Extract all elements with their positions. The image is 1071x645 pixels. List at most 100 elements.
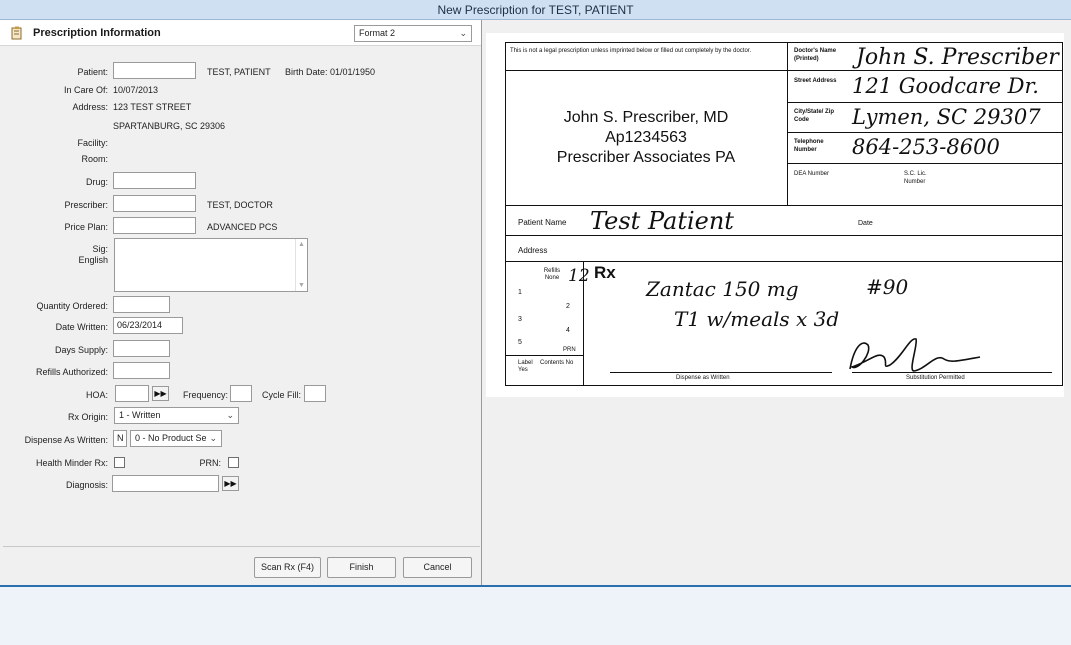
cycle-fill-label: Cycle Fill: xyxy=(262,390,302,400)
rx-contents-no: Contents No xyxy=(540,360,574,366)
scanned-rx-pane: This is not a legal prescription unless … xyxy=(486,20,1071,585)
frequency-label: Frequency: xyxy=(182,390,228,400)
price-plan-name: ADVANCED PCS xyxy=(207,222,278,232)
rx-street: 121 Goodcare Dr. xyxy=(852,74,1039,98)
action-bar: Scan Rx (F4) Finish Cancel xyxy=(3,546,480,585)
prn-checkbox[interactable] xyxy=(228,457,239,468)
sig-scrollbar[interactable]: ▲ ▼ xyxy=(295,239,307,291)
rx-origin-label: Rx Origin: xyxy=(67,412,108,422)
rx-refill-2: 2 xyxy=(566,303,570,310)
facility-label: Facility: xyxy=(77,138,108,148)
patient-name: TEST, PATIENT xyxy=(207,67,271,77)
address-line2: SPARTANBURG, SC 29306 xyxy=(113,121,226,131)
rx-address-label: Address xyxy=(518,246,548,255)
scan-rx-button[interactable]: Scan Rx (F4) xyxy=(254,557,321,578)
rx-dea-label: DEA Number xyxy=(794,171,830,177)
rx-refill-5: 5 xyxy=(518,339,522,346)
drug-label: Drug: xyxy=(85,177,108,187)
rx-refill-1: 1 xyxy=(518,289,522,296)
diagnosis-label: Diagnosis: xyxy=(65,480,108,490)
refills-label: Refills Authorized: xyxy=(35,367,108,377)
drug-input[interactable] xyxy=(113,172,196,189)
prescription-form-pane: Prescription Information Format 2 ⌄ Pati… xyxy=(0,20,482,585)
prescriber-label: Prescriber: xyxy=(64,200,108,210)
rx-telephone: 864-253-8600 xyxy=(852,135,1000,159)
room-label: Room: xyxy=(81,154,108,164)
prescription-window: Prescription Information Format 2 ⌄ Pati… xyxy=(0,20,1071,585)
birth-date: Birth Date: 01/01/1950 xyxy=(285,67,376,77)
cancel-button[interactable]: Cancel xyxy=(403,557,472,578)
prescriber-name: TEST, DOCTOR xyxy=(207,200,273,210)
prescription-icon xyxy=(11,26,22,40)
cycle-fill-input[interactable] xyxy=(304,385,326,402)
sig-textarea[interactable]: ▲ ▼ xyxy=(114,238,308,292)
in-care-of-label: In Care Of: xyxy=(63,85,108,95)
prescriber-input[interactable] xyxy=(113,195,196,212)
diagnosis-lookup-button[interactable]: ▶▶ xyxy=(222,476,239,491)
quantity-input[interactable] xyxy=(113,296,170,313)
in-care-of-value: 10/07/2013 xyxy=(113,85,159,95)
section-header: Prescription Information Format 2 ⌄ xyxy=(0,20,481,46)
window-title: New Prescription for TEST, PATIENT xyxy=(0,0,1071,20)
rx-origin-select[interactable]: 1 - Written ⌄ xyxy=(114,407,239,424)
rx-city: Lymen, SC 29307 xyxy=(852,105,1041,129)
price-plan-label: Price Plan: xyxy=(64,222,108,232)
format-select[interactable]: Format 2 ⌄ xyxy=(354,25,472,42)
diagnosis-input[interactable] xyxy=(112,475,219,492)
daw-code-input[interactable]: N xyxy=(113,430,127,447)
quantity-label: Quantity Ordered: xyxy=(36,301,108,311)
rx-quantity: #90 xyxy=(866,275,909,299)
rx-refill-4: 4 xyxy=(566,327,570,334)
rx-dispense-label: Dispense as Written xyxy=(676,375,730,381)
daw-select[interactable]: 0 - No Product Se ⌄ xyxy=(130,430,222,447)
rx-origin-value: 1 - Written xyxy=(119,410,161,420)
rx-refill-prn: PRN xyxy=(563,347,576,353)
scroll-up-icon[interactable]: ▲ xyxy=(298,241,305,248)
rx-doctors-name: John S. Prescriber xyxy=(856,45,1059,70)
address-label: Address: xyxy=(72,102,108,112)
rx-patient-name: Test Patient xyxy=(590,207,734,235)
status-area xyxy=(0,585,1071,645)
rx-imprint-line2: Ap1234563 xyxy=(605,129,687,146)
rx-refills-handwritten: 12 xyxy=(568,266,590,286)
health-minder-label: Health Minder Rx: xyxy=(35,458,108,468)
rx-drug-line: Zantac 150 mg xyxy=(646,277,799,301)
scanned-prescription-image: This is not a legal prescription unless … xyxy=(486,33,1064,397)
rx-patient-name-label: Patient Name xyxy=(518,218,567,227)
refills-input[interactable] xyxy=(113,362,170,379)
chevron-down-icon: ⌄ xyxy=(459,28,467,38)
hoa-label: HOA: xyxy=(85,390,108,400)
rx-street-label: Street Address xyxy=(794,78,837,84)
prn-label: PRN: xyxy=(199,458,221,468)
price-plan-input[interactable] xyxy=(113,217,196,234)
rx-refill-3: 3 xyxy=(518,316,522,323)
frequency-input[interactable] xyxy=(230,385,252,402)
daw-label: Dispense As Written: xyxy=(24,435,108,445)
patient-label: Patient: xyxy=(77,67,108,77)
scroll-down-icon[interactable]: ▼ xyxy=(298,282,305,289)
daw-select-value: 0 - No Product Se xyxy=(135,433,207,443)
days-supply-label: Days Supply: xyxy=(54,345,108,355)
rx-date-label: Date xyxy=(858,220,873,227)
sig-language: English xyxy=(78,255,108,265)
format-select-value: Format 2 xyxy=(359,28,396,38)
rx-sc-lic-label: S.C. Lic. Number xyxy=(904,171,927,185)
health-minder-checkbox[interactable] xyxy=(114,457,125,468)
patient-input[interactable] xyxy=(113,62,196,79)
finish-button[interactable]: Finish xyxy=(327,557,396,578)
rx-imprint-line1: John S. Prescriber, MD xyxy=(563,109,729,126)
rx-signature xyxy=(849,338,981,372)
rx-refills-label: Refills None xyxy=(543,268,561,281)
days-supply-input[interactable] xyxy=(113,340,170,357)
date-written-input[interactable]: 06/23/2014 xyxy=(113,317,183,334)
date-written-label: Date Written: xyxy=(55,322,108,332)
rx-symbol: Rx xyxy=(594,263,616,282)
chevron-down-icon: ⌄ xyxy=(226,410,234,420)
section-title: Prescription Information xyxy=(33,27,161,39)
hoa-input[interactable] xyxy=(115,385,149,402)
rx-directions: T1 w/meals x 3d xyxy=(674,307,840,331)
rx-disclaimer: This is not a legal prescription unless … xyxy=(510,48,752,54)
address-line1: 123 TEST STREET xyxy=(113,102,192,112)
rx-label-yes: Label Yes xyxy=(518,360,533,373)
hoa-lookup-button[interactable]: ▶▶ xyxy=(152,386,169,401)
